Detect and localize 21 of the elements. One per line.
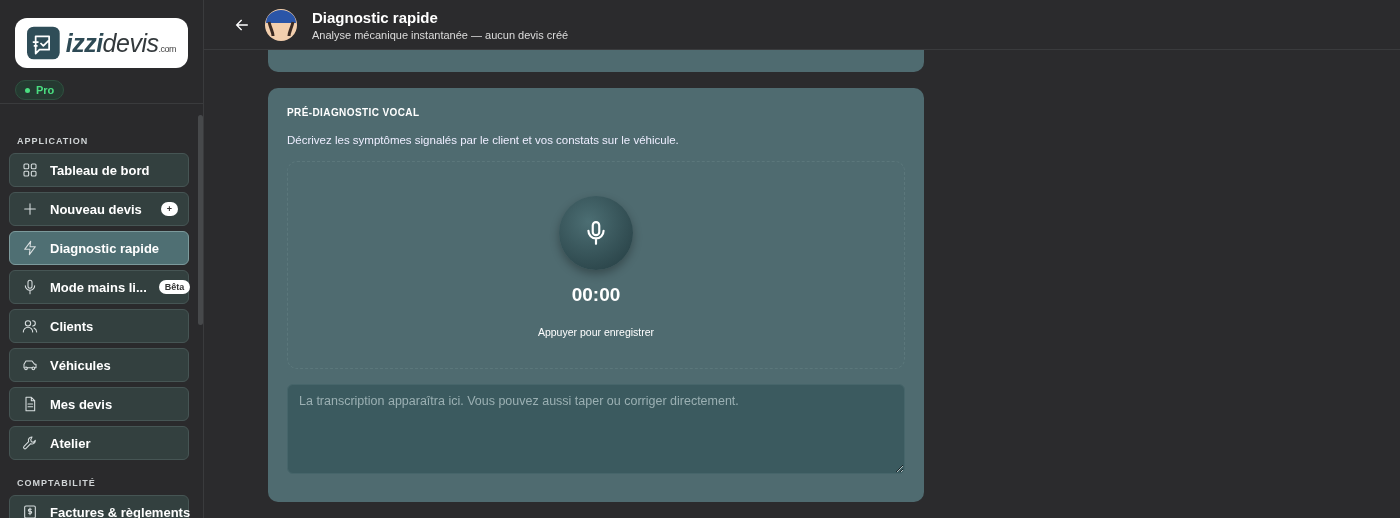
page-subtitle: Analyse mécanique instantanée — aucun devis créé xyxy=(312,28,569,41)
sidebar-item[interactable]: Mode mains li... Bêta xyxy=(9,270,189,304)
badge: + xyxy=(160,202,178,216)
sidebar-item[interactable]: Véhicules xyxy=(9,348,189,382)
record-hint: Appuyer pour enregistrer xyxy=(537,326,655,338)
card-description: Décrivez les symptômes signalés par le client et vos constats sur le véhicule. xyxy=(287,134,680,146)
timer: 00:00 xyxy=(571,284,621,306)
sidebar-item[interactable]: Clients xyxy=(9,309,189,343)
page-title: Diagnostic rapide xyxy=(312,8,439,26)
sidebar-item[interactable]: Diagnostic rapide xyxy=(9,231,189,265)
section-title: APPLICATION xyxy=(17,136,90,146)
section-title: COMPTABILITÉ xyxy=(17,478,97,488)
sidebar-item[interactable]: Nouveau devis + xyxy=(9,192,189,226)
card-title: PRÉ-DIAGNOSTIC VOCAL xyxy=(287,107,421,118)
badge: Bêta xyxy=(158,280,191,294)
sidebar-item[interactable]: Mes devis xyxy=(9,387,189,421)
sidebar-item[interactable]: Tableau de bord xyxy=(9,153,189,187)
logo-text: izzidevis.com xyxy=(65,28,176,58)
plan-badge: Pro xyxy=(15,80,65,100)
sidebar-item[interactable]: Atelier xyxy=(9,426,189,460)
transcription-field[interactable]: La transcription apparaîtra ici. Vous pouvez aussi taper ou corriger directement. xyxy=(287,384,905,474)
